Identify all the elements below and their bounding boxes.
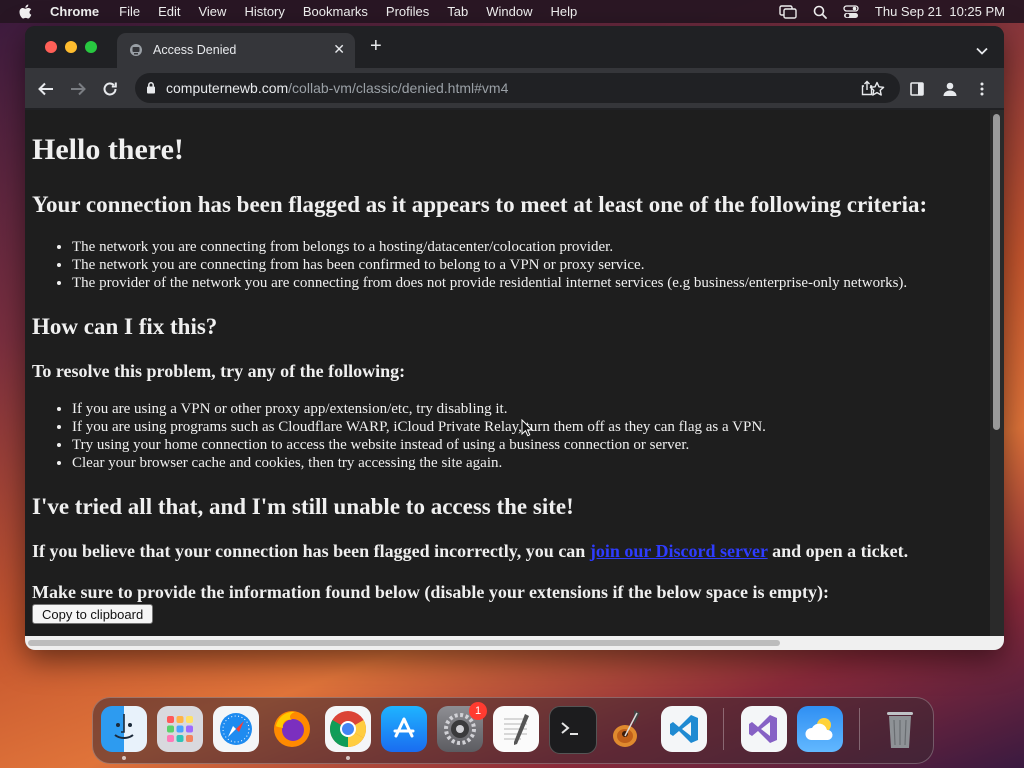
menu-profiles[interactable]: Profiles bbox=[386, 4, 429, 19]
menu-bar: Chrome File Edit View History Bookmarks … bbox=[0, 0, 1024, 23]
new-tab-icon[interactable]: + bbox=[370, 36, 382, 56]
visual-studio-icon[interactable] bbox=[741, 706, 787, 752]
safari-icon[interactable] bbox=[213, 706, 259, 752]
launchpad-icon[interactable] bbox=[157, 706, 203, 752]
forward-arrow-icon[interactable] bbox=[69, 80, 87, 98]
menu-window[interactable]: Window bbox=[486, 4, 532, 19]
page-title: Hello there! bbox=[32, 133, 184, 166]
criteria-list: The network you are connecting from belo… bbox=[32, 238, 907, 292]
criteria-heading: Your connection has been flagged as it a… bbox=[32, 192, 928, 217]
menu-edit[interactable]: Edit bbox=[158, 4, 180, 19]
flagged-prefix: If you believe that your connection has … bbox=[32, 541, 590, 561]
lock-icon[interactable] bbox=[146, 81, 156, 97]
tab-search-chevron-icon[interactable] bbox=[976, 42, 988, 60]
vscode-icon[interactable] bbox=[661, 706, 707, 752]
provide-info-heading: Make sure to provide the information fou… bbox=[32, 582, 830, 602]
terminal-icon[interactable] bbox=[549, 706, 597, 754]
weather-icon[interactable] bbox=[797, 706, 843, 752]
dock-separator bbox=[859, 708, 860, 750]
fix-heading: How can I fix this? bbox=[32, 314, 218, 339]
control-center-icon[interactable] bbox=[843, 4, 859, 19]
flagged-incorrectly-text: If you believe that your connection has … bbox=[32, 541, 908, 562]
menu-tab[interactable]: Tab bbox=[447, 4, 468, 19]
back-arrow-icon[interactable] bbox=[37, 80, 55, 98]
system-settings-icon[interactable]: 1 bbox=[437, 702, 487, 752]
dock-separator bbox=[723, 708, 724, 750]
garageband-icon[interactable] bbox=[605, 706, 651, 752]
more-options-icon[interactable] bbox=[973, 80, 991, 98]
url-host: computernewb.com bbox=[166, 80, 289, 96]
menu-view[interactable]: View bbox=[198, 4, 226, 19]
copy-to-clipboard-button[interactable]: Copy to clipboard bbox=[32, 604, 154, 624]
menu-bookmarks[interactable]: Bookmarks bbox=[303, 4, 368, 19]
trash-icon[interactable] bbox=[877, 706, 923, 752]
menu-help[interactable]: Help bbox=[551, 4, 578, 19]
still-unable-heading: I've tried all that, and I'm still unabl… bbox=[32, 494, 574, 519]
firefox-icon[interactable] bbox=[269, 706, 315, 752]
chrome-running-indicator bbox=[346, 756, 350, 760]
fixes-list: If you are using a VPN or other proxy ap… bbox=[32, 400, 766, 472]
page-viewport: Hello there! Your connection has been fl… bbox=[25, 110, 990, 636]
list-item: Try using your home connection to access… bbox=[72, 436, 766, 454]
chrome-icon[interactable] bbox=[325, 706, 371, 752]
close-tab-icon[interactable]: ✕ bbox=[333, 41, 345, 58]
resolve-heading: To resolve this problem, try any of the … bbox=[32, 361, 406, 381]
address-bar[interactable]: computernewb.com/collab-vm/classic/denie… bbox=[135, 73, 900, 103]
close-window-button[interactable] bbox=[45, 41, 57, 53]
dock: 1 bbox=[92, 697, 934, 764]
finder-icon[interactable] bbox=[101, 706, 147, 752]
tab-access-denied[interactable]: Access Denied ✕ bbox=[117, 33, 355, 68]
list-item: The network you are connecting from has … bbox=[72, 256, 907, 274]
vertical-scroll-thumb[interactable] bbox=[993, 114, 1000, 430]
app-store-icon[interactable] bbox=[381, 706, 427, 752]
browser-window: Access Denied ✕ + computernewb.com/colla… bbox=[25, 26, 1004, 650]
notification-badge: 1 bbox=[469, 702, 487, 720]
menubar-clock[interactable]: Thu Sep 21 10:25 PM bbox=[875, 4, 1005, 19]
menu-file[interactable]: File bbox=[119, 4, 140, 19]
tab-strip: Access Denied ✕ + bbox=[25, 26, 1004, 68]
list-item: Clear your browser cache and cookies, th… bbox=[72, 454, 766, 472]
flagged-suffix: and open a ticket. bbox=[767, 541, 909, 561]
fullscreen-window-button[interactable] bbox=[85, 41, 97, 53]
vertical-scrollbar[interactable] bbox=[990, 110, 1004, 636]
bookmark-star-icon[interactable] bbox=[868, 80, 886, 98]
list-item: If you are using a VPN or other proxy ap… bbox=[72, 400, 766, 418]
spotlight-search-icon[interactable] bbox=[813, 5, 827, 19]
minimize-window-button[interactable] bbox=[65, 41, 77, 53]
list-item: The network you are connecting from belo… bbox=[72, 238, 907, 256]
scrollbar-corner bbox=[990, 636, 1004, 650]
site-favicon-icon bbox=[129, 43, 143, 60]
reload-icon[interactable] bbox=[101, 80, 119, 98]
url-path: /collab-vm/classic/denied.html#vm4 bbox=[288, 80, 509, 96]
apple-menu-icon[interactable] bbox=[18, 4, 32, 20]
textedit-icon[interactable] bbox=[493, 706, 539, 752]
horizontal-scroll-thumb[interactable] bbox=[28, 640, 780, 646]
browser-toolbar: computernewb.com/collab-vm/classic/denie… bbox=[25, 68, 1004, 108]
horizontal-scrollbar[interactable] bbox=[25, 636, 990, 650]
tab-title: Access Denied bbox=[153, 43, 237, 57]
menu-history[interactable]: History bbox=[244, 4, 284, 19]
list-item: The provider of the network you are conn… bbox=[72, 274, 907, 292]
discord-link[interactable]: join our Discord server bbox=[590, 541, 768, 561]
app-name-menu[interactable]: Chrome bbox=[50, 4, 99, 19]
list-item: If you are using programs such as Cloudf… bbox=[72, 418, 766, 436]
side-panel-icon[interactable] bbox=[908, 80, 926, 98]
screen-mirroring-icon[interactable] bbox=[779, 4, 797, 19]
finder-running-indicator bbox=[122, 756, 126, 760]
mouse-cursor-icon bbox=[521, 418, 534, 442]
profile-icon[interactable] bbox=[941, 80, 959, 98]
url-text[interactable]: computernewb.com/collab-vm/classic/denie… bbox=[166, 80, 508, 96]
